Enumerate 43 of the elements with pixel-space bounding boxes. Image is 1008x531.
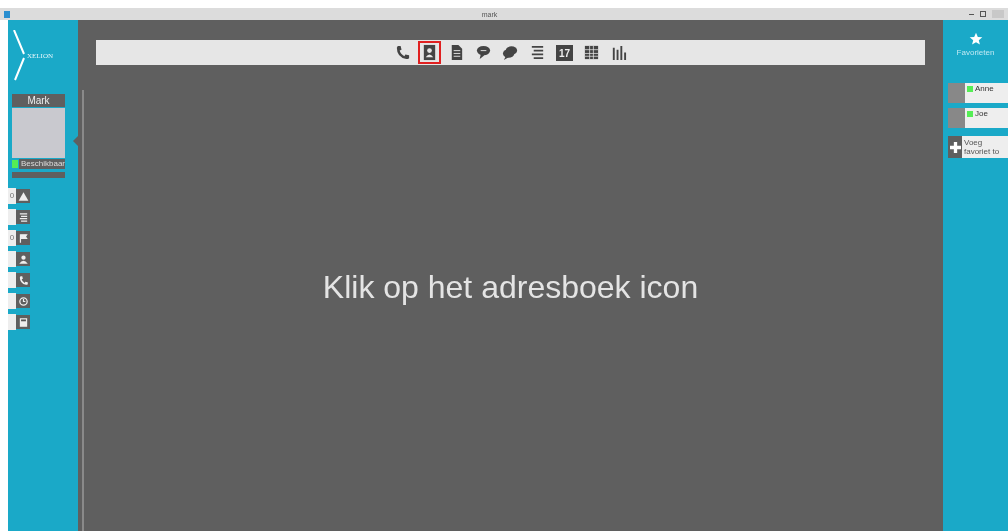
photo-placeholder (948, 83, 965, 103)
maximize-button[interactable] (980, 11, 986, 17)
minimize-button[interactable] (969, 13, 974, 15)
contact-name: Joe (975, 109, 988, 118)
photo-placeholder (12, 108, 65, 158)
phone-icon (394, 44, 411, 61)
sidebar-button[interactable] (16, 315, 30, 329)
favorite-contact[interactable]: Joe (948, 108, 1008, 128)
add-favorite-button[interactable]: Voeg favoriet to (948, 136, 1008, 158)
favorites-title: Favorieten (955, 48, 996, 57)
user-name: Mark (12, 94, 65, 107)
star-icon (968, 32, 983, 46)
logo-mark-icon (12, 30, 26, 82)
barchart-icon (610, 44, 627, 61)
counter: 0 (8, 230, 16, 246)
status-message-bar (12, 172, 65, 178)
addressbook-icon (421, 44, 438, 61)
photo-placeholder (948, 108, 965, 128)
sidebar-button[interactable] (16, 210, 30, 224)
app-icon (4, 10, 10, 18)
favorite-contact[interactable]: Anne (948, 83, 1008, 103)
sidebar-button[interactable] (16, 189, 30, 203)
sidebar-button[interactable] (16, 294, 30, 308)
instruction-caption: Klik op het adresboek icon (321, 269, 700, 306)
contact-name: Anne (975, 84, 994, 93)
sidebar-button[interactable] (16, 252, 30, 266)
calculator-icon (17, 316, 29, 328)
chats-icon (502, 44, 519, 61)
phone-icon (17, 274, 29, 286)
plus-icon (949, 141, 961, 153)
history-icon (17, 295, 29, 307)
flag-icon (17, 232, 29, 244)
contact-icon (17, 253, 29, 265)
table-icon (583, 44, 600, 61)
sidebar-button[interactable] (16, 273, 30, 287)
list-icon (529, 44, 546, 61)
list-icon (17, 211, 29, 223)
status-label: Beschikbaar (18, 159, 65, 169)
sidebar-button[interactable] (16, 231, 30, 245)
toolbar-button[interactable] (418, 41, 441, 64)
warning-icon (17, 190, 29, 202)
chat-icon (475, 44, 492, 61)
counter: 0 (8, 188, 16, 204)
